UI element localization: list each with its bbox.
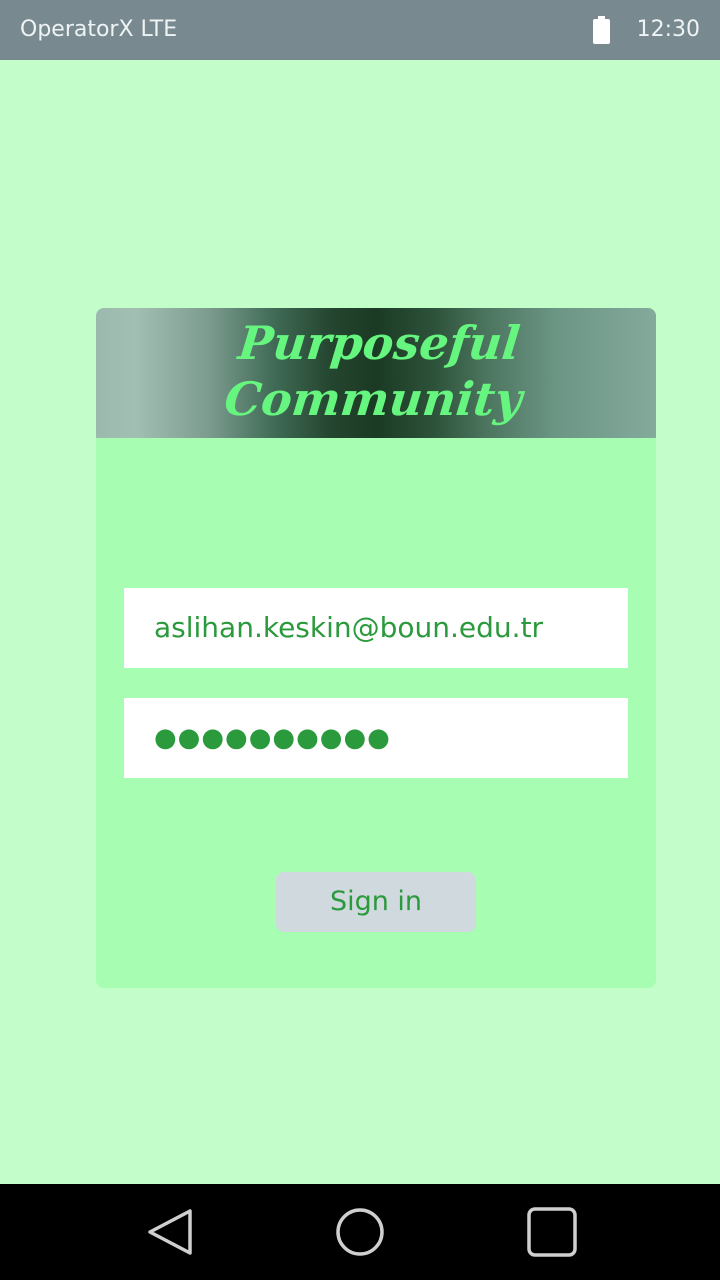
app-title: Purposeful Community [96,308,656,438]
clock: 12:30 [636,17,700,42]
sign-in-button[interactable]: Sign in [276,872,476,932]
app-title-line1: Purposeful [235,316,523,370]
login-screen: OperatorX LTE 12:30 Purposeful Community… [0,0,720,1280]
navigation-bar [0,1184,720,1280]
password-field[interactable]: ●●●●●●●●●● [124,698,628,778]
battery-icon [593,16,610,44]
back-icon[interactable] [144,1206,196,1258]
email-field[interactable]: aslihan.keskin@boun.edu.tr [124,588,628,668]
recents-icon[interactable] [526,1206,578,1258]
carrier-label: OperatorX LTE [20,17,178,42]
home-icon[interactable] [334,1206,386,1258]
status-bar: OperatorX LTE 12:30 [0,0,720,60]
login-card: Purposeful Community aslihan.keskin@boun… [96,308,656,988]
app-title-line2: Community [221,372,525,426]
